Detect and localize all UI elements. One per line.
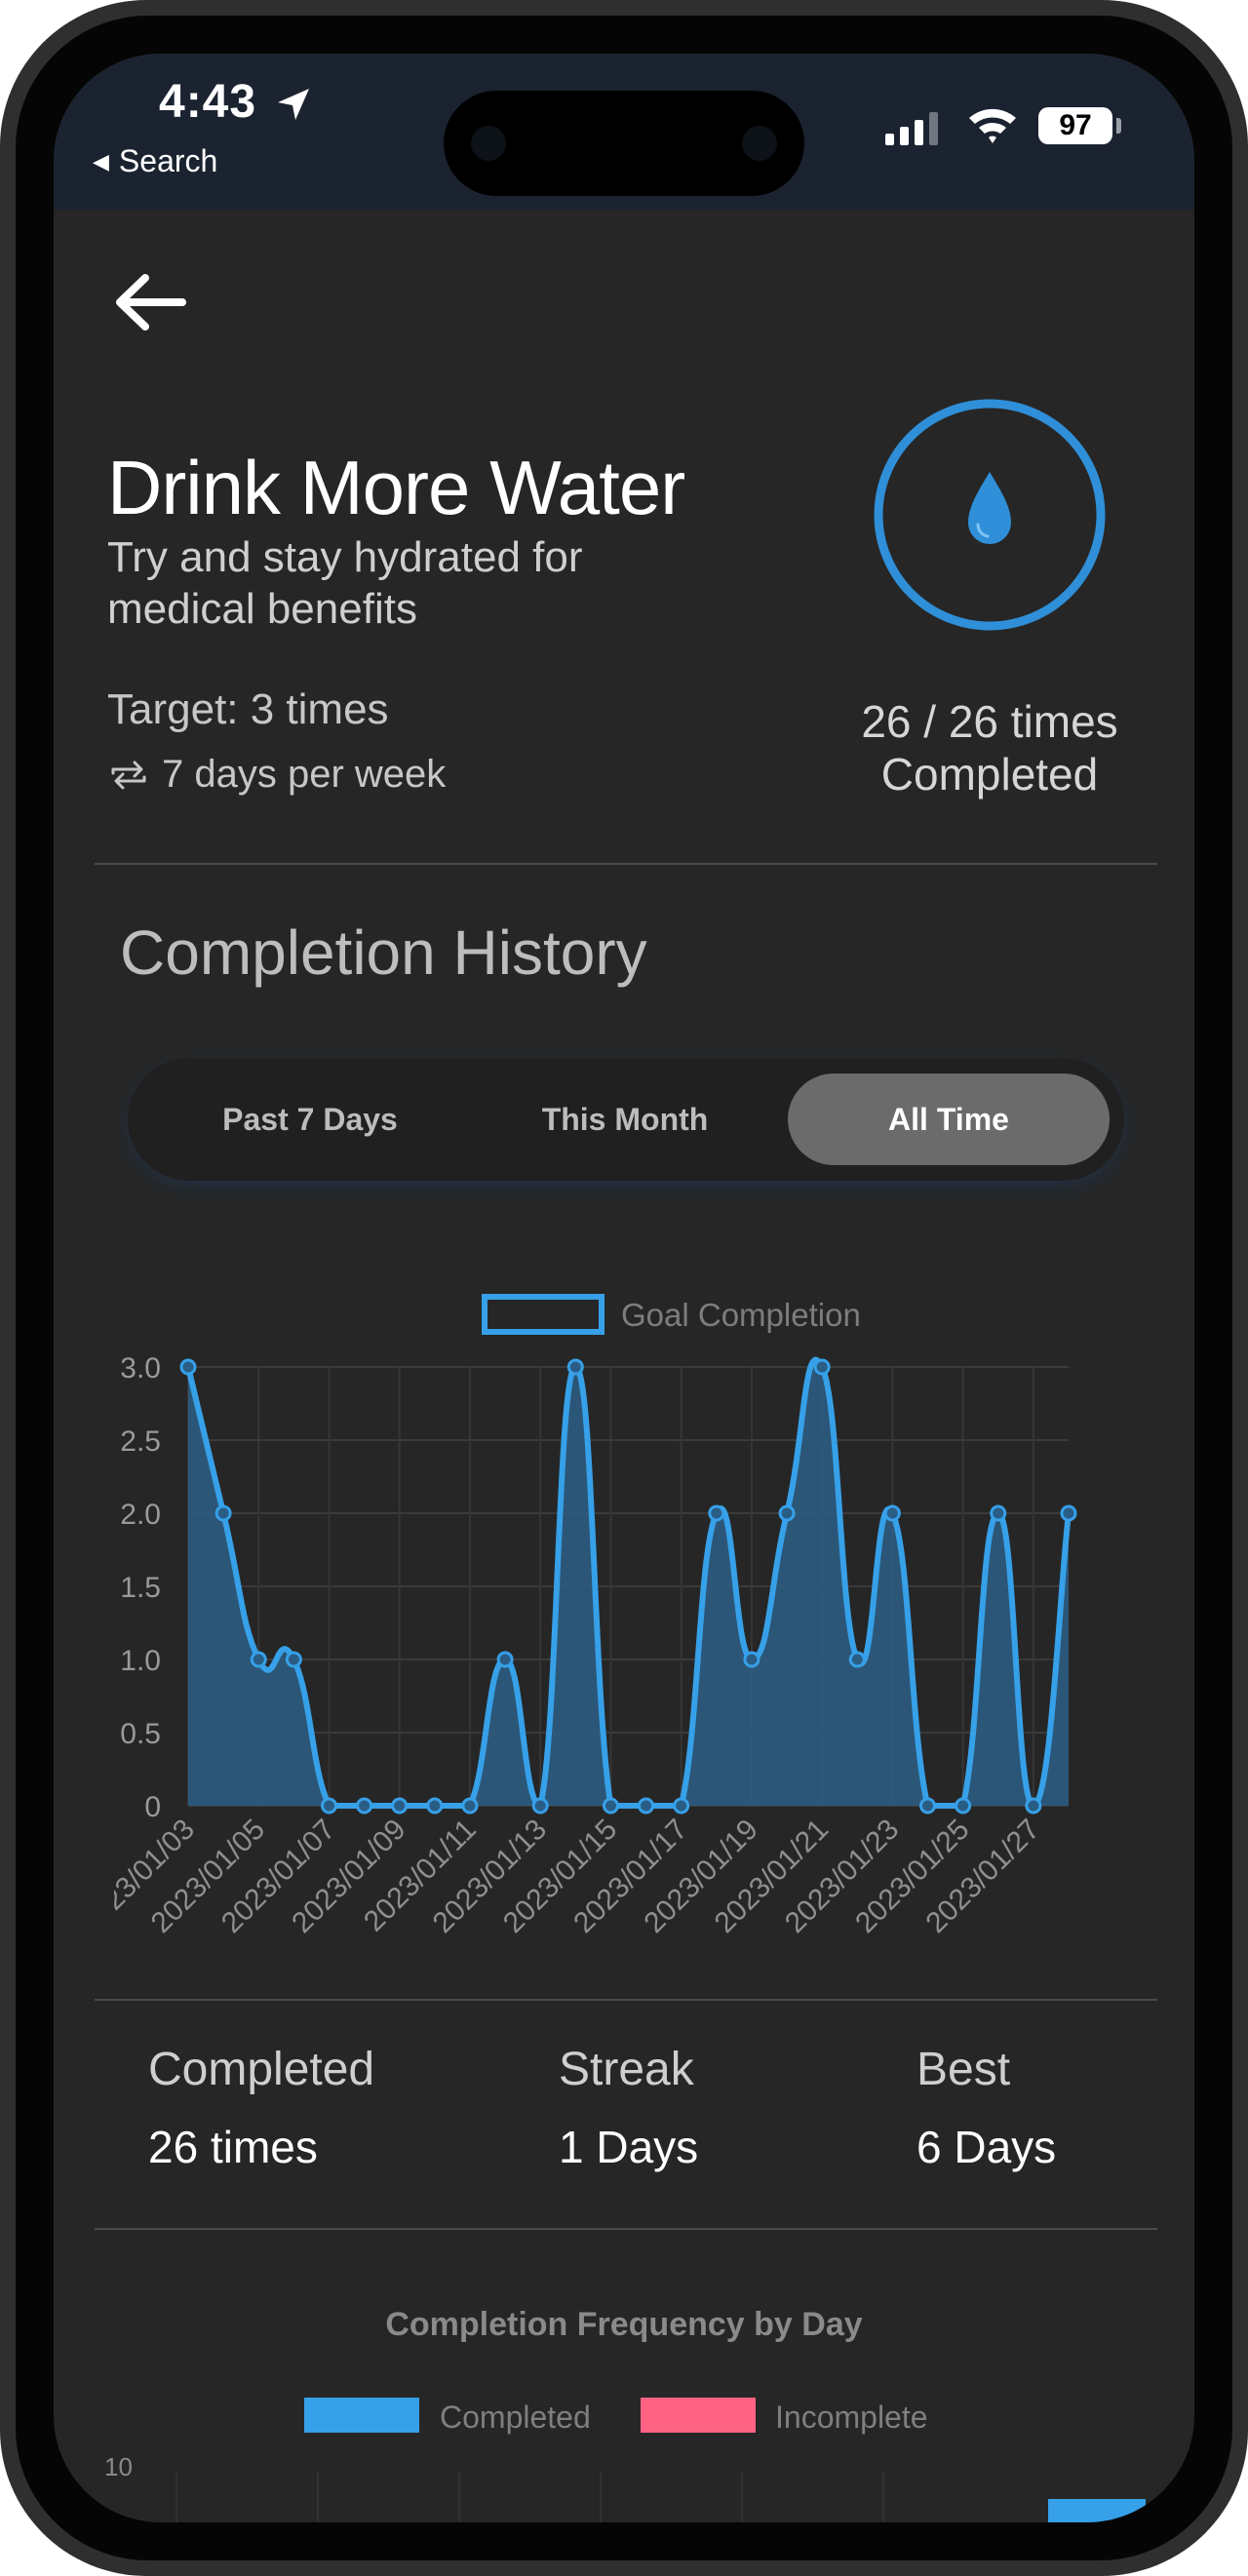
gridline (741, 2472, 743, 2522)
gridline (882, 2472, 884, 2522)
tab-past-7-days[interactable]: Past 7 Days (149, 1073, 471, 1165)
data-point (883, 1504, 901, 1522)
data-point (990, 1504, 1007, 1522)
habit-frequency: 7 days per week (107, 753, 446, 797)
divider (95, 1999, 1157, 2001)
data-point (426, 1797, 444, 1815)
gridline (600, 2472, 602, 2522)
data-point (848, 1651, 866, 1668)
data-point (955, 1797, 972, 1815)
gridline (317, 2472, 319, 2522)
back-to-search-label: Search (118, 143, 218, 178)
data-point (743, 1651, 760, 1668)
data-point (602, 1797, 619, 1815)
data-point (461, 1797, 479, 1815)
divider (95, 863, 1157, 865)
frequency-bar (1048, 2499, 1146, 2522)
wifi-icon (969, 108, 1016, 143)
y-tick-label: 0 (144, 1791, 161, 1823)
data-point (531, 1797, 549, 1815)
section-title-completion-history: Completion History (120, 917, 647, 988)
y-tick-label: 3.0 (120, 1352, 161, 1385)
stat-streak-value: 1 Days (559, 2122, 699, 2172)
tab-this-month[interactable]: This Month (464, 1073, 786, 1165)
y-tick-label: 1.5 (120, 1572, 161, 1604)
back-triangle-icon: ◀ (93, 149, 109, 174)
y-tick-label: 1.0 (120, 1645, 161, 1677)
habit-target: Target: 3 times (107, 685, 389, 733)
tab-all-time[interactable]: All Time (788, 1073, 1110, 1165)
stat-best-value: 6 Days (916, 2122, 1057, 2172)
battery-indicator: 97 (1038, 107, 1112, 144)
stat-streak-label: Streak (559, 2044, 694, 2095)
legend-swatch-goal-completion (482, 1294, 604, 1335)
data-point (285, 1651, 302, 1668)
divider (95, 2228, 1157, 2230)
stat-completed-value: 26 times (148, 2122, 318, 2172)
app-screen: 4:43 ◀ Search 97 Drink More Water Try and… (54, 54, 1194, 2522)
data-point (566, 1358, 584, 1376)
battery-nub (1116, 118, 1121, 134)
completion-count: 26 / 26 times Completed (824, 695, 1155, 800)
legend-swatch-completed (304, 2398, 419, 2433)
stat-best-label: Best (916, 2044, 1011, 2095)
habit-description: Try and stay hydrated for medical benefi… (107, 533, 583, 633)
data-point (778, 1504, 796, 1522)
status-time: 4:43 (159, 76, 257, 128)
series-line (185, 1356, 1072, 1809)
legend-label-completed: Completed (440, 2400, 591, 2435)
data-point (214, 1504, 232, 1522)
data-point (496, 1651, 514, 1668)
legend-label-goal-completion: Goal Completion (621, 1297, 861, 1333)
gridline (176, 2472, 177, 2522)
frequency-chart-title: Completion Frequency by Day (385, 2306, 863, 2343)
completion-count-value: 26 / 26 times (861, 696, 1118, 747)
data-point (250, 1651, 267, 1668)
back-arrow-icon[interactable] (110, 268, 188, 336)
data-point (919, 1797, 937, 1815)
repeat-icon (111, 761, 146, 789)
camera-icon (742, 126, 777, 161)
y-tick-label: 2.0 (120, 1499, 161, 1531)
completion-count-label: Completed (880, 749, 1099, 800)
data-point (391, 1797, 409, 1815)
dynamic-island (444, 91, 804, 196)
back-to-search-link[interactable]: ◀ Search (93, 143, 217, 179)
y-axis-tick: 10 (104, 2452, 133, 2481)
y-tick-label: 2.5 (120, 1425, 161, 1458)
location-arrow-icon (278, 89, 309, 120)
data-point (320, 1797, 337, 1815)
data-point (1060, 1504, 1077, 1522)
frequency-label: 7 days per week (162, 753, 447, 796)
data-point (179, 1358, 197, 1376)
water-drop-icon (874, 399, 1106, 631)
data-point (813, 1358, 831, 1376)
cellular-signal-icon (885, 112, 938, 145)
habit-title: Drink More Water (107, 445, 685, 530)
data-point (708, 1504, 725, 1522)
stat-completed-label: Completed (148, 2044, 375, 2095)
sensor-icon (471, 126, 506, 161)
goal-completion-chart: 00.51.01.52.02.53.02023/01/032023/01/052… (114, 1294, 1077, 1939)
y-tick-label: 0.5 (120, 1718, 161, 1750)
series-area (188, 1359, 1069, 1806)
data-point (356, 1797, 373, 1815)
gridline (458, 2472, 460, 2522)
data-point (1025, 1797, 1042, 1815)
legend-swatch-incomplete (641, 2398, 756, 2433)
data-point (673, 1797, 690, 1815)
status-bar: 4:43 ◀ Search 97 (54, 54, 1194, 210)
data-point (638, 1797, 655, 1815)
legend-label-incomplete: Incomplete (775, 2400, 928, 2435)
range-selector: Past 7 Days This Month All Time (128, 1058, 1124, 1181)
